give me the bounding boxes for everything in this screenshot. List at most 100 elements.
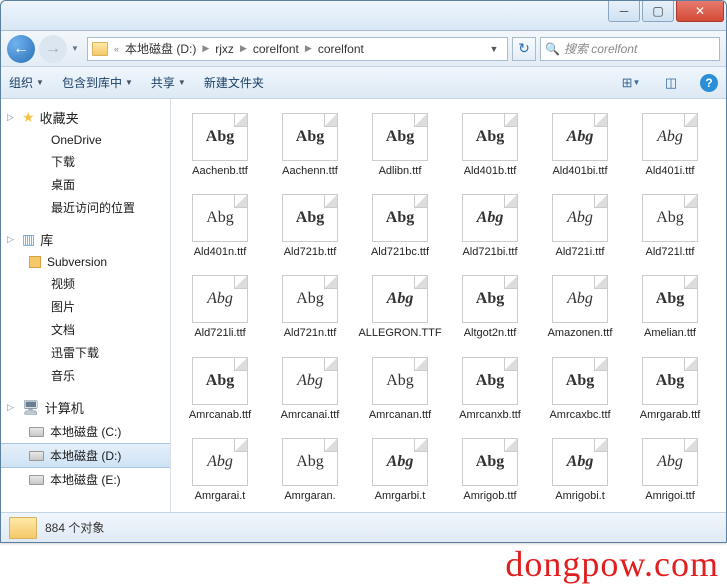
- font-thumb: Abg: [372, 357, 428, 405]
- breadcrumb-seg[interactable]: corelfont: [318, 42, 364, 56]
- font-thumb: Abg: [642, 438, 698, 486]
- breadcrumb-seg[interactable]: corelfont: [253, 42, 299, 56]
- breadcrumb-seg[interactable]: 本地磁盘 (D:): [125, 40, 196, 57]
- star-icon: ★: [22, 109, 35, 126]
- font-thumb: Abg: [552, 113, 608, 161]
- nav-history-drop[interactable]: ▼: [71, 44, 83, 53]
- file-item[interactable]: AbgAmrcanxb.ttf: [445, 357, 535, 422]
- file-item[interactable]: AbgAachenn.ttf: [265, 113, 355, 178]
- file-label: Amrcanxb.ttf: [459, 409, 521, 422]
- sidebar-item[interactable]: 下载: [1, 150, 170, 173]
- sidebar-item-label: 桌面: [51, 176, 75, 193]
- sidebar-item[interactable]: 音乐: [1, 364, 170, 387]
- file-item[interactable]: AbgAmrcanai.ttf: [265, 357, 355, 422]
- help-button[interactable]: ?: [700, 74, 718, 92]
- file-item[interactable]: AbgAld721i.ttf: [535, 194, 625, 259]
- file-item[interactable]: AbgAmazonen.ttf: [535, 275, 625, 340]
- minimize-button[interactable]: ─: [608, 1, 640, 22]
- collapse-icon: ▷: [7, 112, 17, 123]
- sidebar-item[interactable]: 桌面: [1, 173, 170, 196]
- view-options-button[interactable]: ⊞ ▼: [620, 72, 642, 94]
- file-item[interactable]: AbgAld401n.ttf: [175, 194, 265, 259]
- file-item[interactable]: AbgAmrgarab.ttf: [625, 357, 715, 422]
- file-item[interactable]: AbgAld721l.ttf: [625, 194, 715, 259]
- file-item[interactable]: AbgAld721bc.ttf: [355, 194, 445, 259]
- file-item[interactable]: AbgAld401bi.ttf: [535, 113, 625, 178]
- file-label: Amrgarai.t: [195, 490, 246, 503]
- file-item[interactable]: AbgAdlibn.ttf: [355, 113, 445, 178]
- sidebar-computer: ▷ 🖥 计算机 本地磁盘 (C:)本地磁盘 (D:) 本地磁盘 (E:): [1, 395, 170, 491]
- file-item[interactable]: AbgAmrcaxbc.ttf: [535, 357, 625, 422]
- address-bar[interactable]: « 本地磁盘 (D:) ▶ rjxz ▶ corelfont ▶ corelfo…: [87, 37, 508, 61]
- sidebar-libraries: ▷ ▥ 库 Subversion 视频图片文档迅雷下载音乐: [1, 227, 170, 387]
- sidebar-item-disk[interactable]: 本地磁盘 (D:): [1, 443, 170, 468]
- sidebar-libraries-header[interactable]: ▷ ▥ 库: [1, 227, 170, 252]
- sidebar-item-label: 本地磁盘 (E:): [50, 471, 121, 488]
- font-thumb: Abg: [552, 438, 608, 486]
- file-label: Amrcaxbc.ttf: [549, 409, 610, 422]
- sidebar-item[interactable]: Subversion: [1, 252, 170, 272]
- file-item[interactable]: AbgAmrcanan.ttf: [355, 357, 445, 422]
- sidebar-item[interactable]: OneDrive: [1, 130, 170, 150]
- file-item[interactable]: AbgAld721li.ttf: [175, 275, 265, 340]
- file-item[interactable]: AbgAmrgarbi.t: [355, 438, 445, 503]
- file-item[interactable]: AbgAmrcanab.ttf: [175, 357, 265, 422]
- computer-icon: 🖥: [22, 399, 40, 416]
- include-menu[interactable]: 包含到库中▼: [62, 74, 133, 91]
- font-thumb: Abg: [462, 438, 518, 486]
- sidebar-item-label: Subversion: [47, 255, 107, 269]
- sidebar-item-disk[interactable]: 本地磁盘 (C:): [1, 420, 170, 443]
- organize-menu[interactable]: 组织▼: [9, 74, 44, 91]
- file-item[interactable]: AbgAld721n.ttf: [265, 275, 355, 340]
- breadcrumb-sep: ▶: [303, 43, 314, 54]
- folder-icon: [9, 517, 37, 539]
- file-item[interactable]: AbgAmrigobi.t: [535, 438, 625, 503]
- sidebar-item[interactable]: 最近访问的位置: [1, 196, 170, 219]
- newfolder-button[interactable]: 新建文件夹: [204, 74, 264, 91]
- ico-music-icon: [29, 369, 45, 383]
- font-thumb: Abg: [282, 438, 338, 486]
- search-input[interactable]: 🔍 搜索 corelfont: [540, 37, 720, 61]
- font-thumb: Abg: [642, 194, 698, 242]
- refresh-button[interactable]: ↻: [512, 37, 536, 61]
- file-pane[interactable]: AbgAachenb.ttfAbgAachenn.ttfAbgAdlibn.tt…: [171, 99, 726, 512]
- collapse-icon: ▷: [7, 234, 17, 245]
- address-drop-icon[interactable]: ▼: [485, 44, 503, 54]
- forward-button[interactable]: →: [39, 35, 67, 63]
- sidebar-item-disk[interactable]: 本地磁盘 (E:): [1, 468, 170, 491]
- file-item[interactable]: AbgAld401i.ttf: [625, 113, 715, 178]
- file-item[interactable]: AbgAld401b.ttf: [445, 113, 535, 178]
- maximize-button[interactable]: ▢: [642, 1, 674, 22]
- breadcrumb-seg[interactable]: rjxz: [215, 42, 234, 56]
- close-button[interactable]: ✕: [676, 1, 724, 22]
- sidebar-item-label: 文档: [51, 321, 75, 338]
- folder-icon: [92, 42, 108, 56]
- file-grid: AbgAachenb.ttfAbgAachenn.ttfAbgAdlibn.tt…: [175, 109, 722, 512]
- file-item[interactable]: AbgAmrigoi.ttf: [625, 438, 715, 503]
- preview-pane-button[interactable]: ◫: [660, 72, 682, 94]
- sidebar-favorites-header[interactable]: ▷ ★ 收藏夹: [1, 105, 170, 130]
- file-item[interactable]: AbgAmrigob.ttf: [445, 438, 535, 503]
- file-item[interactable]: AbgAmelian.ttf: [625, 275, 715, 340]
- back-button[interactable]: ←: [7, 35, 35, 63]
- file-item[interactable]: AbgALLEGRON.TTF: [355, 275, 445, 340]
- file-item[interactable]: AbgAmrgaran.: [265, 438, 355, 503]
- file-item[interactable]: AbgAld721bi.ttf: [445, 194, 535, 259]
- file-item[interactable]: AbgAld721b.ttf: [265, 194, 355, 259]
- sidebar-item[interactable]: 视频: [1, 272, 170, 295]
- breadcrumb-sep: «: [112, 44, 121, 54]
- sidebar-item[interactable]: 文档: [1, 318, 170, 341]
- share-menu[interactable]: 共享▼: [151, 74, 186, 91]
- file-item[interactable]: AbgAmrgarai.t: [175, 438, 265, 503]
- ico-dl-icon: [29, 155, 45, 169]
- file-item[interactable]: AbgAachenb.ttf: [175, 113, 265, 178]
- file-item[interactable]: AbgAltgot2n.ttf: [445, 275, 535, 340]
- sidebar-computer-header[interactable]: ▷ 🖥 计算机: [1, 395, 170, 420]
- sidebar-item-label: 视频: [51, 275, 75, 292]
- font-thumb: Abg: [372, 275, 428, 323]
- ico-clock-icon: [29, 201, 45, 215]
- sidebar-item[interactable]: 迅雷下载: [1, 341, 170, 364]
- font-thumb: Abg: [552, 275, 608, 323]
- sidebar-item-label: 图片: [51, 298, 75, 315]
- sidebar-item[interactable]: 图片: [1, 295, 170, 318]
